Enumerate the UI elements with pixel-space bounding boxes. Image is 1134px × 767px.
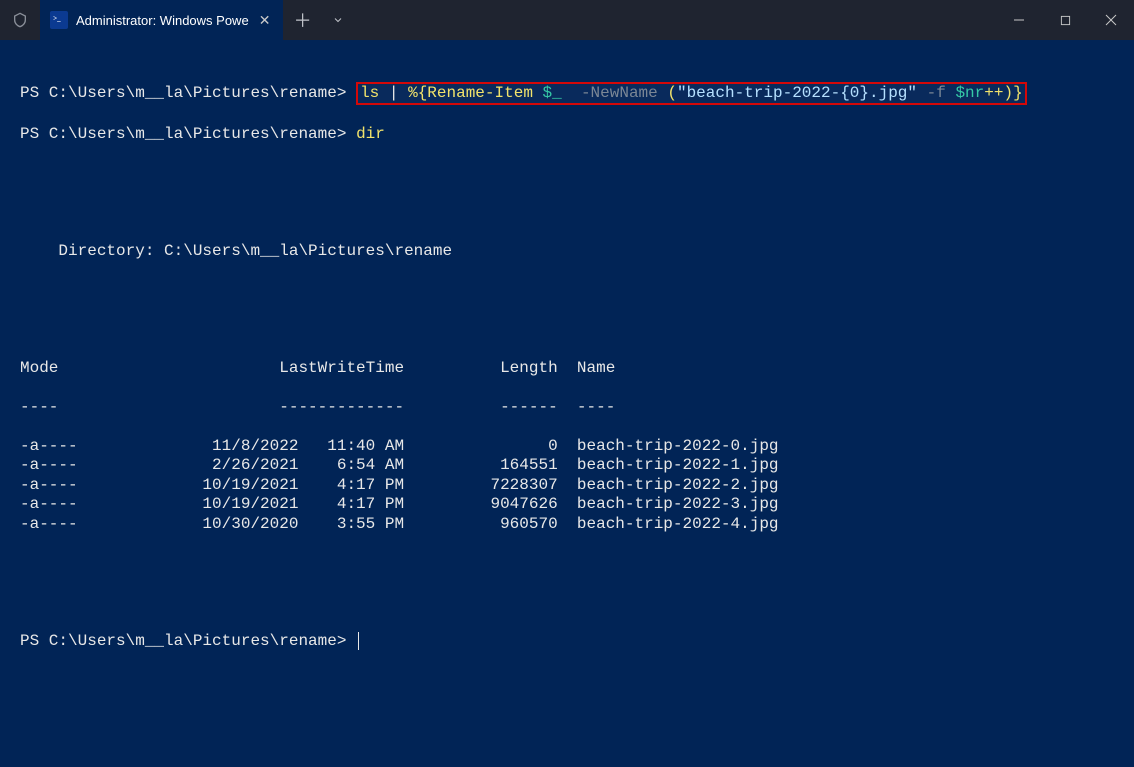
cursor — [358, 632, 359, 650]
cmd-paren-open: ( — [667, 84, 677, 102]
cmd-dollar-underscore: $_ — [543, 84, 562, 102]
tab-active[interactable]: >_ Administrator: Windows Powe ✕ — [40, 0, 283, 40]
tab-title: Administrator: Windows Powe — [76, 13, 249, 28]
cmd-dir: dir — [356, 125, 385, 143]
new-tab-button[interactable]: ＋ — [283, 7, 323, 33]
cmd-foreach-open: %{ — [408, 84, 427, 102]
highlighted-command: ls | %{Rename-Item $_ -NewName ("beach-t… — [356, 82, 1027, 106]
directory-header: Directory: C:\Users\m__la\Pictures\renam… — [20, 242, 1114, 262]
file-row: -a---- 10/30/2020 3:55 PM 960570 beach-t… — [20, 515, 1114, 535]
file-row: -a---- 10/19/2021 4:17 PM 7228307 beach-… — [20, 476, 1114, 496]
cmd-nr-var: $nr — [955, 84, 984, 102]
prompt-text: PS C:\Users\m__la\Pictures\rename> — [20, 125, 346, 143]
command-line-2: PS C:\Users\m__la\Pictures\rename> dir — [20, 125, 1114, 145]
powershell-icon: >_ — [50, 11, 68, 29]
cmd-pipe: | — [389, 84, 399, 102]
tab-close-button[interactable]: ✕ — [257, 12, 273, 29]
titlebar-drag-region[interactable] — [353, 0, 996, 40]
cmd-newname-flag: -NewName — [581, 84, 658, 102]
file-row: -a---- 10/19/2021 4:17 PM 9047626 beach-… — [20, 495, 1114, 515]
close-window-button[interactable] — [1088, 0, 1134, 40]
terminal-viewport[interactable]: PS C:\Users\m__la\Pictures\rename> ls | … — [0, 40, 1134, 671]
svg-text:>_: >_ — [53, 15, 61, 23]
cmd-dash-f: -f — [927, 84, 946, 102]
prompt-text: PS C:\Users\m__la\Pictures\rename> — [20, 632, 346, 650]
column-header-row: Mode LastWriteTime Length Name — [20, 359, 1114, 379]
command-line-1: PS C:\Users\m__la\Pictures\rename> ls | … — [20, 82, 1114, 106]
command-line-3: PS C:\Users\m__la\Pictures\rename> — [20, 632, 1114, 652]
shield-icon — [0, 12, 40, 28]
tab-dropdown-button[interactable] — [323, 14, 353, 26]
file-row: -a---- 2/26/2021 6:54 AM 164551 beach-tr… — [20, 456, 1114, 476]
minimize-button[interactable] — [996, 0, 1042, 40]
file-row: -a---- 11/8/2022 11:40 AM 0 beach-trip-2… — [20, 437, 1114, 457]
cmd-format-string: "beach-trip-2022-{0}.jpg" — [677, 84, 917, 102]
cmd-plusplus: ++ — [984, 84, 1003, 102]
column-dash-row: ---- ------------- ------ ---- — [20, 398, 1114, 418]
prompt-text: PS C:\Users\m__la\Pictures\rename> — [20, 84, 346, 102]
cmd-rename-item: Rename-Item — [427, 84, 533, 102]
cmd-paren-close: ) — [1003, 84, 1013, 102]
cmd-brace-close: } — [1013, 84, 1023, 102]
maximize-button[interactable] — [1042, 0, 1088, 40]
cmd-ls: ls — [360, 84, 379, 102]
window-titlebar: >_ Administrator: Windows Powe ✕ ＋ — [0, 0, 1134, 40]
